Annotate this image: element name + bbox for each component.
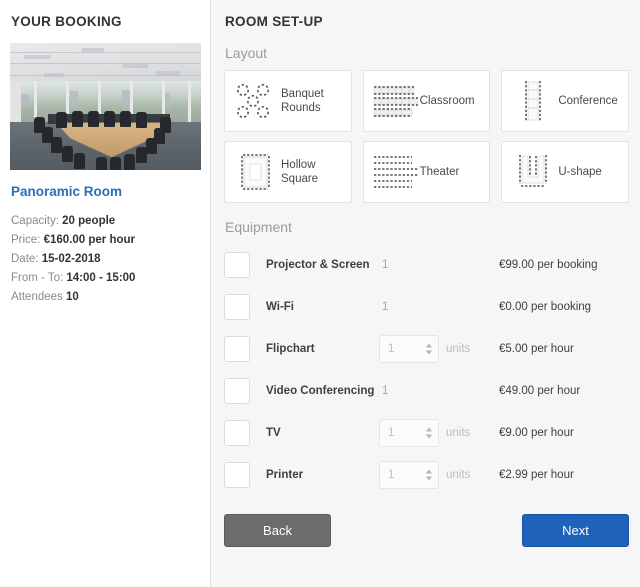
equipment-quantity: 1 [379,385,495,397]
equipment-row: Printer 1 units €2.99 per hour [224,454,629,496]
equipment-list: Projector & Screen 1 €99.00 per booking … [224,244,629,496]
meeting-room-photo [10,43,201,170]
u-shape-icon [508,151,558,193]
room-name-link[interactable]: Panoramic Room [11,184,200,199]
booking-details: Capacity: 20 people Price: €160.00 per h… [11,212,200,307]
equipment-qty-value: 1 [382,301,389,313]
classroom-icon [370,81,420,121]
equipment-name: TV [266,427,281,439]
stepper-arrows-icon[interactable] [426,427,432,439]
equipment-quantity: 1 units [379,419,495,447]
layout-option-u-shape[interactable]: U-shape [501,141,629,203]
layout-option-label: Classroom [419,95,475,107]
equipment-checkbox-printer[interactable] [224,462,258,488]
detail-value: 14:00 - 15:00 [66,272,136,284]
equipment-qty-stepper-printer[interactable]: 1 [379,461,439,489]
room-setup-panel: ROOM SET-UP Layout Banquet Rounds Classr… [211,0,640,587]
layout-option-label: Theater [419,166,460,178]
detail-label: Date: [11,253,39,265]
equipment-qty-value: 1 [382,259,389,271]
layout-option-label: Conference [558,95,618,107]
equipment-price: €49.00 per hour [499,385,581,397]
equipment-quantity: 1 [379,259,495,271]
detail-label: Attendees [11,291,63,303]
equipment-section-label: Equipment [225,219,292,235]
footer-buttons: Back Next [224,514,629,547]
detail-value: 20 people [62,215,116,227]
equipment-name: Flipchart [266,343,315,355]
equipment-checkbox-wifi[interactable] [224,294,258,320]
equipment-name: Wi-Fi [266,301,294,313]
back-button[interactable]: Back [224,514,331,547]
layout-option-classroom[interactable]: Classroom [362,70,491,132]
equipment-qty-units: units [446,343,471,355]
conference-icon [508,79,558,123]
equipment-qty-stepper-flipchart[interactable]: 1 [379,335,439,363]
equipment-quantity: 1 units [379,335,495,363]
equipment-price: €99.00 per booking [499,259,598,271]
detail-row: Attendees 10 [11,288,200,307]
theater-icon [370,151,420,193]
detail-row: Capacity: 20 people [11,212,200,231]
detail-row: Price: €160.00 per hour [11,231,200,250]
equipment-qty-value: 1 [388,427,395,439]
layout-option-conference[interactable]: Conference [501,70,629,132]
equipment-checkbox-video-conferencing[interactable] [224,378,258,404]
layout-options-grid: Banquet Rounds Classroom Conference Holl… [224,70,629,203]
equipment-price: €2.99 per hour [499,469,574,481]
detail-row: Date: 15-02-2018 [11,250,200,269]
equipment-name: Video Conferencing [266,385,375,397]
layout-section-label: Layout [225,45,268,61]
detail-value: 10 [66,291,79,303]
your-booking-title: YOUR BOOKING [11,14,122,29]
equipment-qty-value: 1 [382,385,389,397]
next-button[interactable]: Next [522,514,629,547]
equipment-quantity: 1 units [379,461,495,489]
your-booking-panel: YOUR BOOKING Panoramic Room Capacity: 20… [0,0,211,587]
equipment-row: TV 1 units €9.00 per hour [224,412,629,454]
equipment-row: Projector & Screen 1 €99.00 per booking [224,244,629,286]
layout-option-theater[interactable]: Theater [362,141,491,203]
equipment-price: €5.00 per hour [499,343,574,355]
equipment-checkbox-projector-screen[interactable] [224,252,258,278]
layout-option-label: Banquet Rounds [281,88,324,114]
booking-room-setup-page: YOUR BOOKING Panoramic Room Capacity: 20… [0,0,640,587]
room-setup-title: ROOM SET-UP [225,14,323,29]
equipment-qty-units: units [446,469,471,481]
stepper-arrows-icon[interactable] [426,343,432,355]
equipment-qty-value: 1 [388,343,395,355]
equipment-name: Projector & Screen [266,259,370,271]
equipment-qty-stepper-tv[interactable]: 1 [379,419,439,447]
layout-option-label: Hollow Square [281,159,319,185]
detail-label: From - To: [11,272,64,284]
equipment-checkbox-tv[interactable] [224,420,258,446]
equipment-name: Printer [266,469,304,481]
equipment-row: Wi-Fi 1 €0.00 per booking [224,286,629,328]
detail-value: 15-02-2018 [41,253,101,265]
detail-row: From - To: 14:00 - 15:00 [11,269,200,288]
equipment-qty-units: units [446,427,471,439]
detail-label: Capacity: [11,215,59,227]
equipment-quantity: 1 [379,301,495,313]
detail-value: €160.00 per hour [43,234,136,246]
equipment-row: Video Conferencing 1 €49.00 per hour [224,370,629,412]
layout-option-hollow-square[interactable]: Hollow Square [224,141,352,203]
equipment-price: €0.00 per booking [499,301,592,313]
layout-option-label: U-shape [558,166,602,178]
equipment-qty-value: 1 [388,469,395,481]
equipment-row: Flipchart 1 units €5.00 per hour [224,328,629,370]
equipment-checkbox-flipchart[interactable] [224,336,258,362]
equipment-price: €9.00 per hour [499,427,574,439]
hollow-square-icon [231,151,281,193]
detail-label: Price: [11,234,41,246]
banquet-rounds-icon [231,81,281,121]
layout-option-banquet-rounds[interactable]: Banquet Rounds [224,70,352,132]
stepper-arrows-icon[interactable] [426,469,432,481]
